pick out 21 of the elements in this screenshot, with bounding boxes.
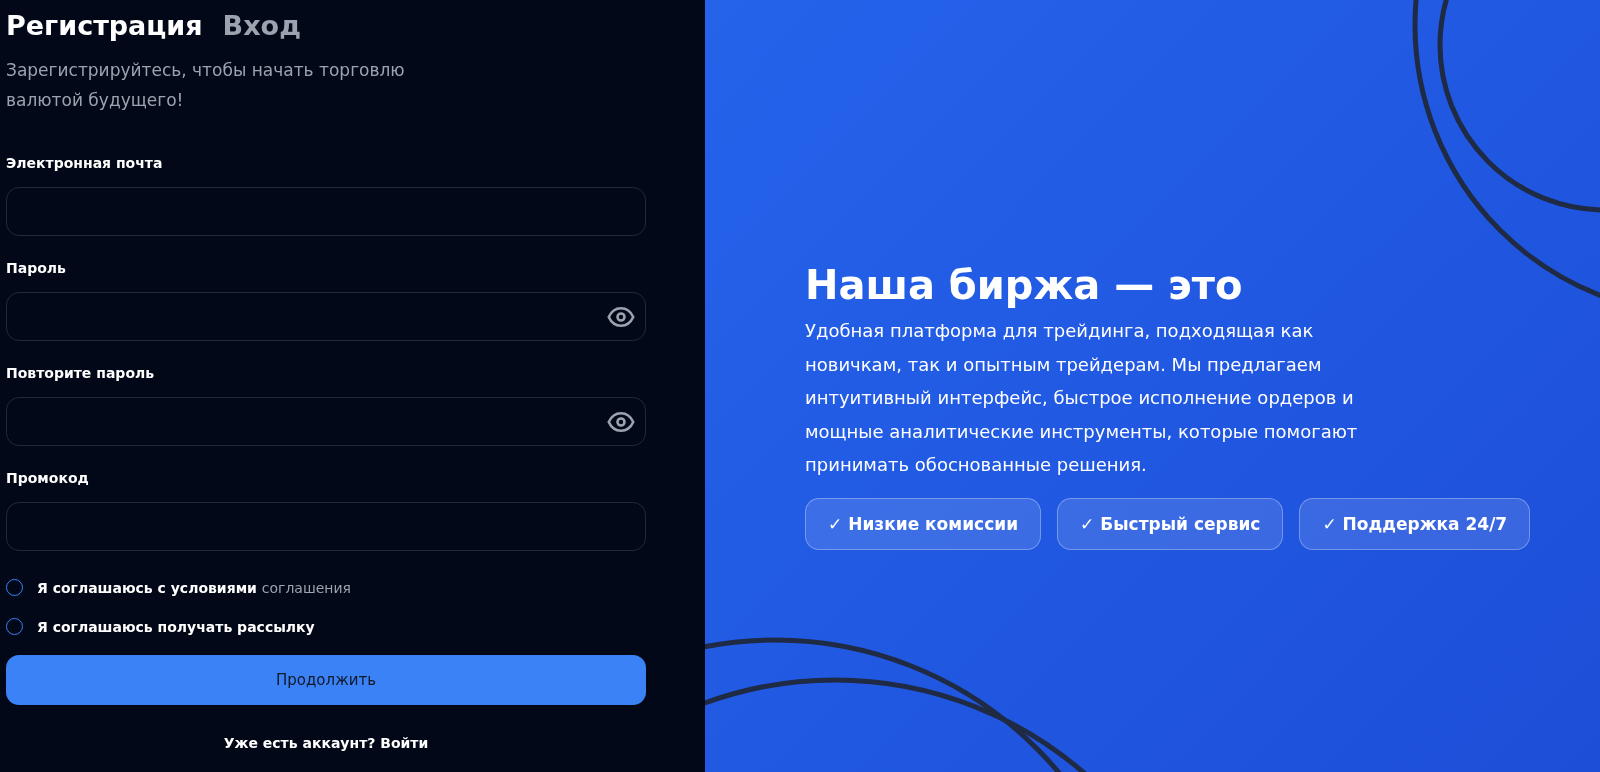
promo-description: Удобная платформа для трейдинга, подходящая как новичкам, так и опытным трейдерам. Мы предлагаем интуитивный интерфейс, быстрое исполнение ордеров и мощные аналитические инструменты, которые помогают принимать обоснованные решения. [805,319,1359,478]
login-prompt[interactable]: Уже есть аккаунт? Войти [6,735,646,751]
input-field[interactable] [6,502,646,551]
agreement-text: Я соглашаюсь получать рассылку [37,618,315,635]
field-label: Промокод [6,470,90,486]
input-field[interactable] [6,187,646,236]
input-field[interactable] [6,292,646,341]
agreement-text: Я соглашаюсь с условиями соглашения [37,579,352,596]
promo-title: Наша биржа — это [805,262,1244,309]
tab[interactable]: Регистрация [6,10,203,41]
input-field[interactable] [6,397,646,446]
field-label: Пароль [6,260,67,276]
field-label: Повторите пароль [6,365,156,381]
continue-button[interactable]: Продолжить [6,655,646,705]
tab[interactable]: Вход [222,10,301,41]
subtitle: Зарегистрируйтесь, чтобы начать торговлю валютой будущего! [6,59,406,112]
field-label: Электронная почта [6,155,164,171]
feature-badge: ✓ Низкие комиссии [805,497,1042,550]
feature-badge: ✓ Быстрый сервис [1057,497,1284,550]
agreement-link[interactable]: соглашения [261,579,352,596]
feature-badge: ✓ Поддержка 24/7 [1299,497,1531,550]
